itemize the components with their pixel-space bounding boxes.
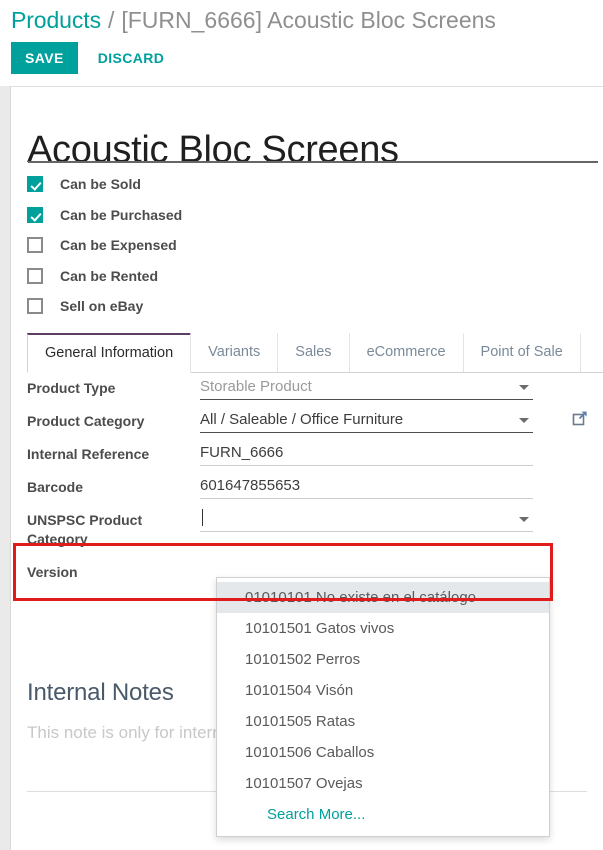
field-row-unspsc-product-category: UNSPSC Product Category [11, 506, 603, 558]
discard-button[interactable]: DISCARD [86, 42, 177, 74]
field-label-version: Version [27, 564, 78, 580]
checkbox-row-can-be-rented[interactable]: Can be Rented [27, 261, 447, 292]
breadcrumb-root-link[interactable]: Products [11, 7, 101, 34]
tab-sales[interactable]: Sales [277, 333, 350, 372]
checkbox-can-be-purchased[interactable] [27, 206, 43, 223]
tab-ecommerce[interactable]: eCommerce [348, 333, 464, 372]
sheet-gutter [0, 86, 11, 850]
form-tabs: General Information Variants Sales eComm… [27, 333, 603, 373]
field-row-internal-reference: Internal Reference FURN_6666 [11, 440, 603, 473]
field-label-product-type: Product Type [27, 380, 116, 396]
field-label-unspsc-product-category: UNSPSC Product Category [27, 512, 143, 547]
field-label-internal-reference: Internal Reference [27, 446, 150, 462]
checkbox-label-can-be-sold: Can be Sold [60, 176, 141, 193]
tab-general-information[interactable]: General Information [27, 333, 192, 373]
checkbox-row-can-be-expensed[interactable]: Can be Expensed [27, 230, 447, 261]
checkbox-can-be-expensed[interactable] [27, 237, 43, 254]
dropdown-search-more[interactable]: Search More... [217, 799, 549, 830]
field-label-product-category: Product Category [27, 413, 145, 429]
chevron-down-icon[interactable] [519, 385, 529, 390]
dropdown-item-1[interactable]: 10101501 Gatos vivos [217, 613, 549, 644]
page-title: Acoustic Bloc Screens [27, 129, 399, 172]
field-row-product-type: Product Type Storable Product [11, 374, 603, 407]
checkbox-row-can-be-purchased[interactable]: Can be Purchased [27, 200, 447, 231]
product-flags-group: Can be Sold Can be Purchased Can be Expe… [27, 169, 447, 322]
field-label-barcode: Barcode [27, 479, 84, 495]
dropdown-item-6[interactable]: 10101507 Ovejas [217, 768, 549, 799]
product-category-text: All / Saleable / Office Furniture [200, 411, 404, 428]
checkbox-row-can-be-sold[interactable]: Can be Sold [27, 169, 447, 200]
dropdown-item-2[interactable]: 10101502 Perros [217, 644, 549, 675]
checkbox-label-can-be-purchased: Can be Purchased [60, 206, 183, 223]
checkbox-sell-on-ebay[interactable] [27, 298, 43, 315]
breadcrumb-separator: / [107, 6, 115, 33]
external-link-icon[interactable] [572, 410, 588, 426]
save-button[interactable]: SAVE [11, 42, 78, 74]
tab-variants[interactable]: Variants [190, 333, 279, 372]
tab-point-of-sale[interactable]: Point of Sale [462, 333, 581, 372]
field-value-product-category[interactable]: All / Saleable / Office Furniture [200, 407, 533, 433]
dropdown-item-0[interactable]: 01010101 No existe en el catálogo [217, 582, 549, 613]
product-type-text: Storable Product [200, 378, 312, 395]
field-value-barcode[interactable]: 601647855653 [200, 473, 533, 499]
chevron-down-icon[interactable] [519, 418, 529, 423]
field-value-product-type[interactable]: Storable Product [200, 374, 533, 400]
checkbox-row-sell-on-ebay[interactable]: Sell on eBay [27, 291, 447, 322]
unspsc-dropdown-menu: 01010101 No existe en el catálogo 101015… [216, 577, 550, 837]
checkbox-can-be-sold[interactable] [27, 176, 43, 193]
field-row-product-category: Product Category All / Saleable / Office… [11, 407, 603, 440]
title-divider [28, 161, 598, 163]
chevron-down-icon[interactable] [519, 517, 529, 522]
field-value-internal-reference[interactable]: FURN_6666 [200, 440, 533, 466]
breadcrumb: Products / [FURN_6666] Acoustic Bloc Scr… [0, 0, 603, 40]
dropdown-item-3[interactable]: 10101504 Visón [217, 675, 549, 706]
action-bar: SAVE DISCARD [0, 42, 603, 84]
checkbox-label-sell-on-ebay: Sell on eBay [60, 298, 144, 315]
unspsc-product-category-input[interactable] [200, 506, 533, 532]
breadcrumb-current: [FURN_6666] Acoustic Bloc Screens [121, 6, 496, 33]
checkbox-label-can-be-rented: Can be Rented [60, 267, 159, 284]
dropdown-item-4[interactable]: 10101505 Ratas [217, 706, 549, 737]
general-information-panel: Product Type Storable Product Product Ca… [11, 374, 603, 591]
checkbox-label-can-be-expensed: Can be Expensed [60, 237, 177, 254]
dropdown-item-5[interactable]: 10101506 Caballos [217, 737, 549, 768]
text-cursor [202, 509, 203, 526]
checkbox-can-be-rented[interactable] [27, 267, 43, 284]
field-row-barcode: Barcode 601647855653 [11, 473, 603, 506]
